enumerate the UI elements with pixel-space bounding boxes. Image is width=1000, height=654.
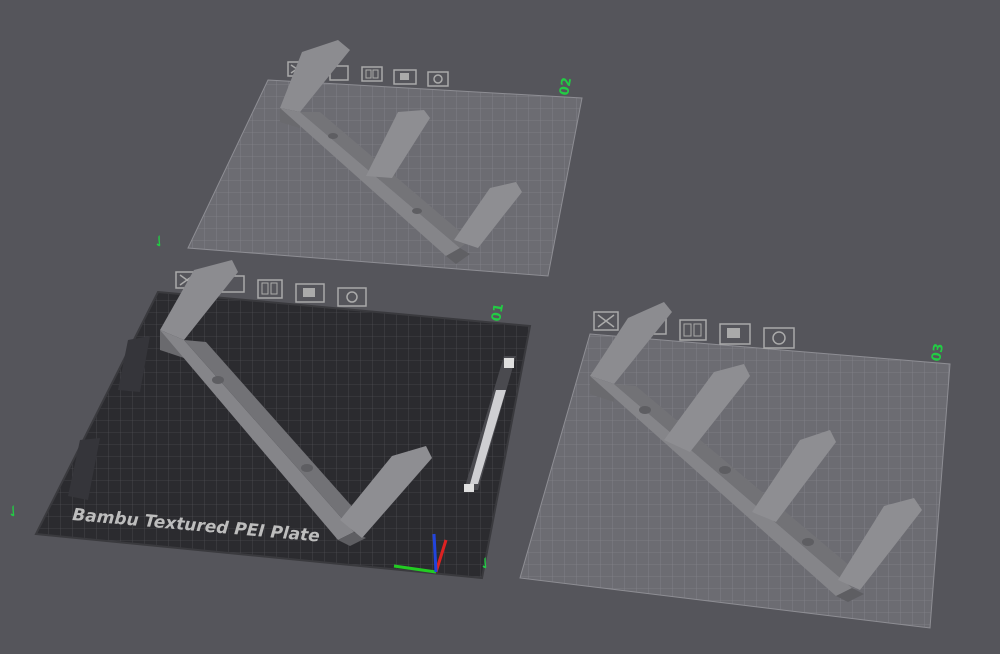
settings-icon[interactable] — [337, 287, 367, 307]
settings-icon[interactable] — [763, 327, 795, 349]
plate-03-number: 03 — [929, 342, 947, 362]
layout-icon[interactable] — [361, 66, 383, 82]
plate-01-number: 01 — [489, 302, 507, 322]
settings-icon[interactable] — [427, 71, 449, 87]
lock-icon[interactable] — [295, 283, 325, 303]
corner-marker-2: ✓ — [3, 501, 24, 523]
plate-01[interactable]: 01 Bambu Textured PEI Plate ✓ ✓ — [3, 260, 532, 580]
close-icon[interactable] — [593, 311, 619, 331]
lock-icon[interactable] — [719, 323, 751, 345]
plate-03[interactable]: 03 — [519, 302, 951, 629]
layout-icon[interactable] — [679, 319, 707, 341]
corner-marker-1: ✓ — [149, 231, 170, 253]
plate-02-number: 02 — [557, 76, 575, 96]
plate-02[interactable]: 02 ✓ — [149, 40, 583, 277]
3d-viewport[interactable]: 02 ✓ 01 Bambu Textured PEI Plate ✓ ✓ 03 — [0, 0, 1000, 654]
layout-icon[interactable] — [257, 279, 283, 299]
lock-icon[interactable] — [393, 69, 417, 85]
